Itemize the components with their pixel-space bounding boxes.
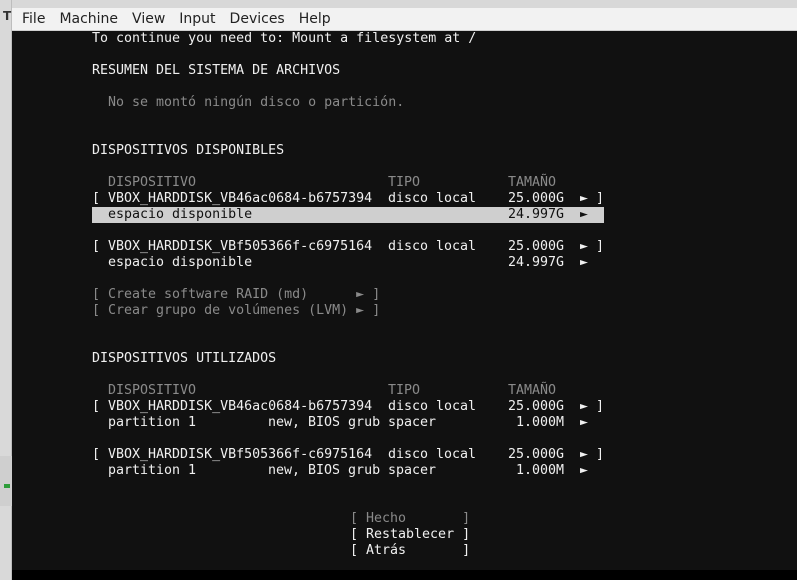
used-disk2-bracket-open: [: [92, 447, 101, 462]
available-disk2-arrow-icon[interactable]: ►: [580, 239, 588, 255]
summary-empty-message: No se montó ningún disco o partición.: [108, 95, 405, 110]
done-button[interactable]: [ Hecho ]: [350, 511, 470, 527]
summary-section-title: RESUMEN DEL SISTEMA DE ARCHIVOS: [92, 63, 341, 78]
menu-view[interactable]: View: [132, 11, 165, 27]
used-disk2-partition-detail: new, BIOS grub: [268, 463, 381, 478]
available-disk1-name[interactable]: VBOX_HARDDISK_VB46ac0684-b6757394: [108, 191, 372, 207]
available-disk2-bracket-open: [: [92, 239, 101, 254]
available-disk1-arrow-icon[interactable]: ►: [580, 191, 588, 207]
available-disk2-name[interactable]: VBOX_HARDDISK_VBf505366f-c6975164: [108, 239, 372, 255]
available-col-tipo: TIPO: [388, 175, 421, 190]
available-disk1-free-label: espacio disponible: [108, 207, 253, 222]
menu-input[interactable]: Input: [179, 11, 215, 27]
used-disk1-name[interactable]: VBOX_HARDDISK_VB46ac0684-b6757394: [108, 399, 372, 415]
available-disk1-bracket-open: [: [92, 191, 101, 206]
virtualbox-vm-window: File Machine View Input Devices Help To …: [12, 8, 797, 580]
menu-machine[interactable]: Machine: [59, 11, 118, 27]
header-instruction: To continue you need to: Mount a filesys…: [92, 31, 477, 46]
available-disk2-size: 25.000G: [508, 239, 565, 254]
available-disk1-bracket-close: ]: [596, 191, 605, 206]
used-col-dispositivo: DISPOSITIVO: [108, 383, 197, 398]
available-col-dispositivo: DISPOSITIVO: [108, 175, 197, 190]
available-disk2-free-arrow-icon[interactable]: ►: [580, 255, 588, 271]
available-disk2-free-label[interactable]: espacio disponible: [108, 255, 252, 271]
menu-devices[interactable]: Devices: [230, 11, 285, 27]
reset-button[interactable]: [ Restablecer ]: [350, 527, 470, 543]
used-disk1-partition-label[interactable]: partition 1: [108, 415, 196, 431]
used-disk2-bracket-close: ]: [596, 447, 605, 462]
used-disk2-type: disco local: [388, 447, 477, 462]
used-disk1-partition-detail: new, BIOS grub: [268, 415, 381, 430]
used-disk1-arrow-icon[interactable]: ►: [580, 399, 588, 415]
used-col-tipo: TIPO: [388, 383, 421, 398]
menu-file[interactable]: File: [22, 11, 45, 27]
available-section-title: DISPOSITIVOS DISPONIBLES: [92, 143, 285, 158]
used-disk2-size: 25.000G: [508, 447, 565, 462]
available-disk2-type: disco local: [388, 239, 477, 254]
available-disk1-size: 25.000G: [508, 191, 565, 206]
create-raid-button[interactable]: [ Create software RAID (md) ► ]: [92, 287, 380, 303]
used-col-tamano: TAMAÑO: [508, 383, 557, 398]
vm-menubar: File Machine View Input Devices Help: [12, 8, 797, 31]
used-disk1-partition-size: 1.000M: [516, 415, 565, 430]
background-active-item: [0, 456, 12, 506]
used-disk2-partition-label[interactable]: partition 1: [108, 463, 196, 479]
used-section-title: DISPOSITIVOS UTILIZADOS: [92, 351, 277, 366]
background-window-strip: T: [0, 0, 12, 580]
used-disk1-size: 25.000G: [508, 399, 565, 414]
available-disk1-free-size: 24.997G: [508, 207, 565, 222]
used-disk2-arrow-icon[interactable]: ►: [580, 447, 588, 463]
create-lvm-button[interactable]: [ Crear grupo de volúmenes (LVM) ► ]: [92, 303, 380, 319]
installer-terminal: To continue you need to: Mount a filesys…: [12, 31, 797, 570]
available-disk1-free-arrow-icon[interactable]: ►: [580, 207, 588, 223]
available-disk2-bracket-close: ]: [596, 239, 605, 254]
used-disk2-partition-arrow-icon[interactable]: ►: [580, 463, 588, 479]
used-disk1-partition-arrow-icon[interactable]: ►: [580, 415, 588, 431]
available-col-tamano: TAMAÑO: [508, 175, 557, 190]
background-window-fragment: T: [3, 9, 12, 23]
used-disk1-type: disco local: [388, 399, 477, 414]
vm-bottom-edge: [12, 570, 797, 580]
used-disk2-partition-size: 1.000M: [516, 463, 565, 478]
available-disk1-type: disco local: [388, 191, 477, 206]
used-disk1-partition-type: spacer: [388, 415, 437, 430]
available-disk2-free-size: 24.997G: [508, 255, 565, 270]
used-disk1-bracket-open: [: [92, 399, 101, 414]
used-disk2-partition-type: spacer: [388, 463, 437, 478]
used-disk2-name[interactable]: VBOX_HARDDISK_VBf505366f-c6975164: [108, 447, 372, 463]
background-status-indicator: [4, 484, 10, 488]
back-button[interactable]: [ Atrás ]: [350, 543, 470, 559]
menu-help[interactable]: Help: [299, 11, 331, 27]
used-disk1-bracket-close: ]: [596, 399, 605, 414]
